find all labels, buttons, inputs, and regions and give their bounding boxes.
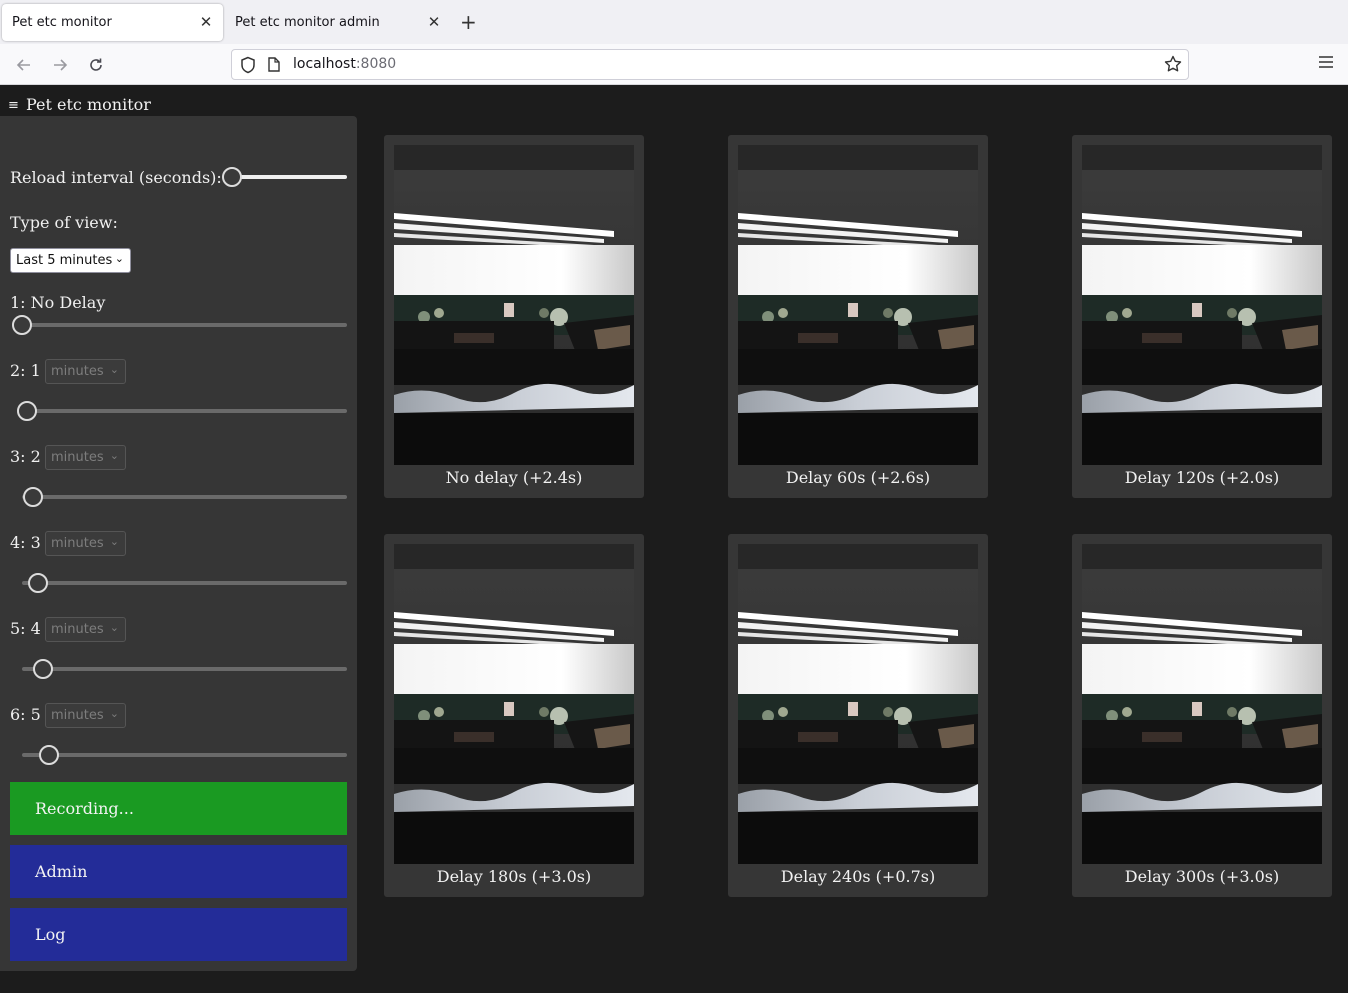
delay-unit-select-2: minutes ⌄ bbox=[45, 359, 126, 384]
slider-track bbox=[22, 409, 347, 413]
tab-title: Pet etc monitor bbox=[12, 15, 112, 30]
delay-slider-6[interactable] bbox=[22, 745, 347, 765]
delay-slider-3[interactable] bbox=[22, 487, 347, 507]
reload-icon[interactable] bbox=[84, 53, 108, 77]
delay-slider-5[interactable] bbox=[22, 659, 347, 679]
camera-caption: Delay 300s (+3.0s) bbox=[1124, 867, 1280, 886]
close-tab-icon[interactable]: ✕ bbox=[197, 13, 215, 31]
camera-card: Delay 120s (+2.0s) bbox=[1072, 135, 1332, 498]
camera-caption: No delay (+2.4s) bbox=[445, 468, 583, 487]
browser-tab-admin[interactable]: Pet etc monitor admin ✕ bbox=[225, 4, 451, 41]
unit-value: minutes bbox=[51, 364, 104, 379]
app-menu-icon[interactable] bbox=[1318, 54, 1334, 73]
delay-slider-1[interactable] bbox=[12, 315, 347, 335]
forward-arrow-icon[interactable] bbox=[48, 53, 72, 77]
browser-tab-monitor[interactable]: Pet etc monitor ✕ bbox=[2, 4, 223, 41]
page-info-icon[interactable] bbox=[268, 57, 280, 76]
slider-thumb[interactable] bbox=[33, 659, 54, 679]
camera-card: Delay 180s (+3.0s) bbox=[384, 534, 644, 897]
log-button[interactable]: Log bbox=[10, 908, 347, 961]
camera-card: Delay 240s (+0.7s) bbox=[728, 534, 988, 897]
camera-caption: Delay 120s (+2.0s) bbox=[1124, 468, 1280, 487]
chevron-down-icon: ⌄ bbox=[109, 363, 119, 376]
camera-image bbox=[1082, 544, 1322, 864]
camera-image bbox=[394, 544, 634, 864]
browser-nav-bar: localhost:8080 bbox=[0, 44, 1348, 85]
slider-track bbox=[22, 753, 347, 757]
url-port: :8080 bbox=[355, 56, 397, 72]
slider-track bbox=[22, 495, 347, 499]
camera-card: Delay 60s (+2.6s) bbox=[728, 135, 988, 498]
tab-title: Pet etc monitor admin bbox=[235, 15, 380, 30]
chevron-down-icon: ⌄ bbox=[109, 707, 119, 720]
admin-button[interactable]: Admin bbox=[10, 845, 347, 898]
chevron-down-icon: ⌄ bbox=[109, 621, 119, 634]
url-bar[interactable]: localhost:8080 bbox=[231, 49, 1189, 80]
slider-track bbox=[22, 581, 347, 585]
slider-track bbox=[22, 667, 347, 671]
camera-caption: Delay 60s (+2.6s) bbox=[785, 468, 931, 487]
delay-label-6: 6: 5 bbox=[10, 705, 41, 724]
camera-image bbox=[738, 145, 978, 465]
browser-tab-bar: Pet etc monitor ✕ Pet etc monitor admin … bbox=[0, 0, 1348, 44]
camera-image bbox=[1082, 145, 1322, 465]
slider-thumb[interactable] bbox=[17, 401, 38, 421]
unit-value: minutes bbox=[51, 622, 104, 637]
camera-caption: Delay 240s (+0.7s) bbox=[780, 867, 936, 886]
reload-interval-label: Reload interval (seconds): 1 bbox=[10, 168, 238, 187]
slider-thumb[interactable] bbox=[38, 745, 59, 765]
new-tab-icon[interactable]: + bbox=[460, 10, 477, 34]
shield-icon[interactable] bbox=[240, 56, 256, 78]
slider-thumb[interactable] bbox=[27, 573, 48, 593]
view-type-label: Type of view: bbox=[10, 213, 118, 232]
reload-interval-slider[interactable] bbox=[222, 167, 347, 187]
chevron-down-icon: ⌄ bbox=[109, 449, 119, 462]
delay-label-3: 3: 2 bbox=[10, 447, 41, 466]
camera-image bbox=[394, 145, 634, 465]
close-tab-icon[interactable]: ✕ bbox=[425, 13, 443, 31]
recording-button[interactable]: Recording... bbox=[10, 782, 347, 835]
chevron-down-icon: ⌄ bbox=[114, 252, 124, 265]
camera-card: No delay (+2.4s) bbox=[384, 135, 644, 498]
back-arrow-icon[interactable] bbox=[12, 53, 36, 77]
delay-label-4: 4: 3 bbox=[10, 533, 41, 552]
delay-label-1: 1: No Delay bbox=[10, 293, 106, 312]
bookmark-star-icon[interactable] bbox=[1164, 55, 1182, 77]
camera-image bbox=[738, 544, 978, 864]
slider-track bbox=[22, 323, 347, 327]
view-type-select[interactable]: Last 5 minutes ⌄ bbox=[10, 248, 131, 273]
delay-unit-select-3: minutes ⌄ bbox=[45, 445, 126, 470]
chevron-down-icon: ⌄ bbox=[109, 535, 119, 548]
camera-card: Delay 300s (+3.0s) bbox=[1072, 534, 1332, 897]
delay-unit-select-4: minutes ⌄ bbox=[45, 531, 126, 556]
page-header: ≡ Pet etc monitor bbox=[0, 85, 1348, 119]
unit-value: minutes bbox=[51, 536, 104, 551]
page-title: Pet etc monitor bbox=[26, 95, 151, 114]
delay-unit-select-5: minutes ⌄ bbox=[45, 617, 126, 642]
hamburger-menu-icon[interactable]: ≡ bbox=[8, 98, 19, 113]
url-text[interactable]: localhost:8080 bbox=[293, 56, 396, 72]
delay-label-2: 2: 1 bbox=[10, 361, 41, 380]
delay-slider-2[interactable] bbox=[17, 401, 347, 421]
delay-label-5: 5: 4 bbox=[10, 619, 41, 638]
slider-track bbox=[232, 175, 347, 179]
unit-value: minutes bbox=[51, 450, 104, 465]
sidebar: Reload interval (seconds): 1 Type of vie… bbox=[0, 116, 357, 971]
unit-value: minutes bbox=[51, 708, 104, 723]
slider-thumb[interactable] bbox=[222, 167, 242, 187]
slider-thumb[interactable] bbox=[22, 487, 43, 507]
delay-slider-4[interactable] bbox=[22, 573, 347, 593]
delay-unit-select-6: minutes ⌄ bbox=[45, 703, 126, 728]
slider-thumb[interactable] bbox=[12, 315, 32, 335]
url-host: localhost bbox=[293, 56, 356, 72]
camera-caption: Delay 180s (+3.0s) bbox=[436, 867, 592, 886]
view-type-selected: Last 5 minutes bbox=[16, 253, 113, 268]
